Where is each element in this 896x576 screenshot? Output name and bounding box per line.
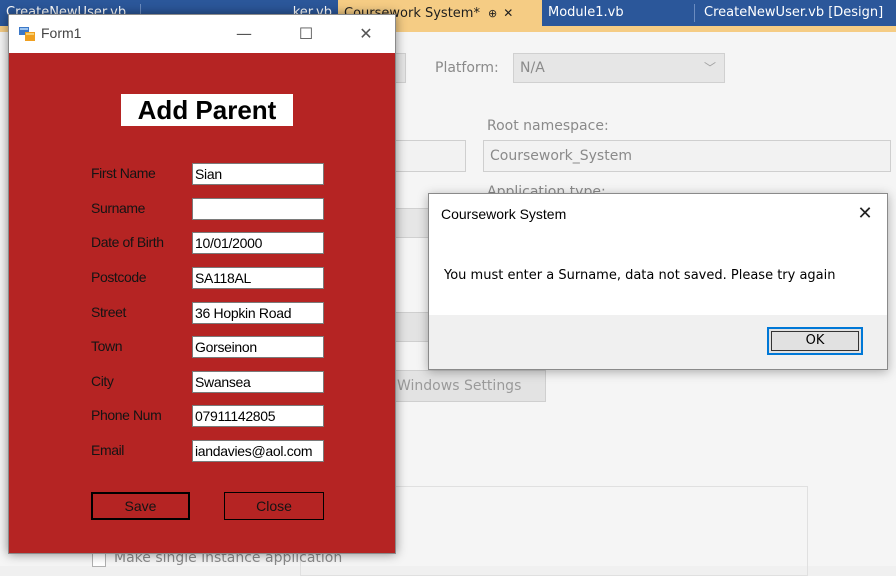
minimize-button[interactable]: — — [229, 20, 259, 48]
postcode-label: Postcode — [91, 269, 147, 285]
first-name-field[interactable]: Sian — [192, 163, 324, 185]
ok-focus-rect — [771, 331, 859, 351]
town-label: Town — [91, 338, 123, 354]
city-label: City — [91, 373, 114, 389]
close-window-button[interactable]: ✕ — [351, 20, 381, 48]
tab-separator — [694, 4, 695, 22]
street-field[interactable]: 36 Hopkin Road — [192, 302, 324, 324]
message-box-footer: OK — [429, 315, 887, 369]
pin-icon[interactable]: ⊕ — [488, 7, 497, 20]
message-box-title: Coursework System — [441, 206, 567, 222]
city-field[interactable]: Swansea — [192, 371, 324, 393]
root-namespace-value: Coursework_System — [490, 148, 632, 164]
ok-button[interactable]: OK — [767, 327, 863, 355]
message-text: You must enter a Surname, data not saved… — [444, 268, 836, 283]
date-of-birth-field[interactable]: 10/01/2000 — [192, 232, 324, 254]
tab-label: Module1.vb — [548, 5, 624, 20]
phone-num-field[interactable]: 07911142805 — [192, 405, 324, 427]
town-field[interactable]: Gorseinon — [192, 336, 324, 358]
chevron-down-icon: ﹀ — [703, 61, 716, 75]
phone-num-label: Phone Num — [91, 407, 162, 423]
form1-title: Form1 — [41, 25, 82, 41]
root-namespace-field[interactable]: Coursework_System — [483, 140, 891, 172]
date-of-birth-label: Date of Birth — [91, 234, 164, 250]
close-button[interactable]: Close — [224, 492, 324, 520]
surname-label: Surname — [91, 200, 146, 216]
windows-settings-label: Windows Settings — [397, 378, 522, 394]
save-button[interactable]: Save — [91, 492, 190, 520]
platform-value: N/A — [520, 60, 545, 76]
form1-window: Form1 — ☐ ✕ Add Parent First Name Sian S… — [8, 14, 396, 554]
message-box-close-icon[interactable]: ✕ — [851, 200, 879, 228]
tab-module1-vb[interactable]: Module1.vb — [542, 0, 690, 26]
tab-label: CreateNewUser.vb [Design] — [704, 5, 884, 20]
close-tab-icon[interactable]: ✕ — [503, 6, 513, 20]
postcode-field[interactable]: SA118AL — [192, 267, 324, 289]
add-parent-heading: Add Parent — [121, 94, 293, 126]
maximize-button[interactable]: ☐ — [291, 20, 321, 48]
surname-field[interactable] — [192, 198, 324, 220]
email-label: Email — [91, 442, 125, 458]
root-namespace-label: Root namespace: — [487, 118, 609, 134]
form1-title-bar[interactable]: Form1 — ☐ ✕ — [9, 15, 395, 53]
first-name-label: First Name — [91, 165, 156, 181]
single-instance-checkbox[interactable] — [92, 553, 106, 567]
street-label: Street — [91, 304, 126, 320]
tab-createnewuser-design[interactable]: CreateNewUser.vb [Design] — [698, 0, 896, 26]
email-field[interactable]: iandavies@aol.com — [192, 440, 324, 462]
app-icon — [19, 27, 35, 41]
platform-label: Platform: — [435, 60, 499, 76]
platform-combo[interactable]: N/A ﹀ — [513, 53, 725, 83]
message-box: Coursework System ✕ You must enter a Sur… — [428, 193, 888, 370]
